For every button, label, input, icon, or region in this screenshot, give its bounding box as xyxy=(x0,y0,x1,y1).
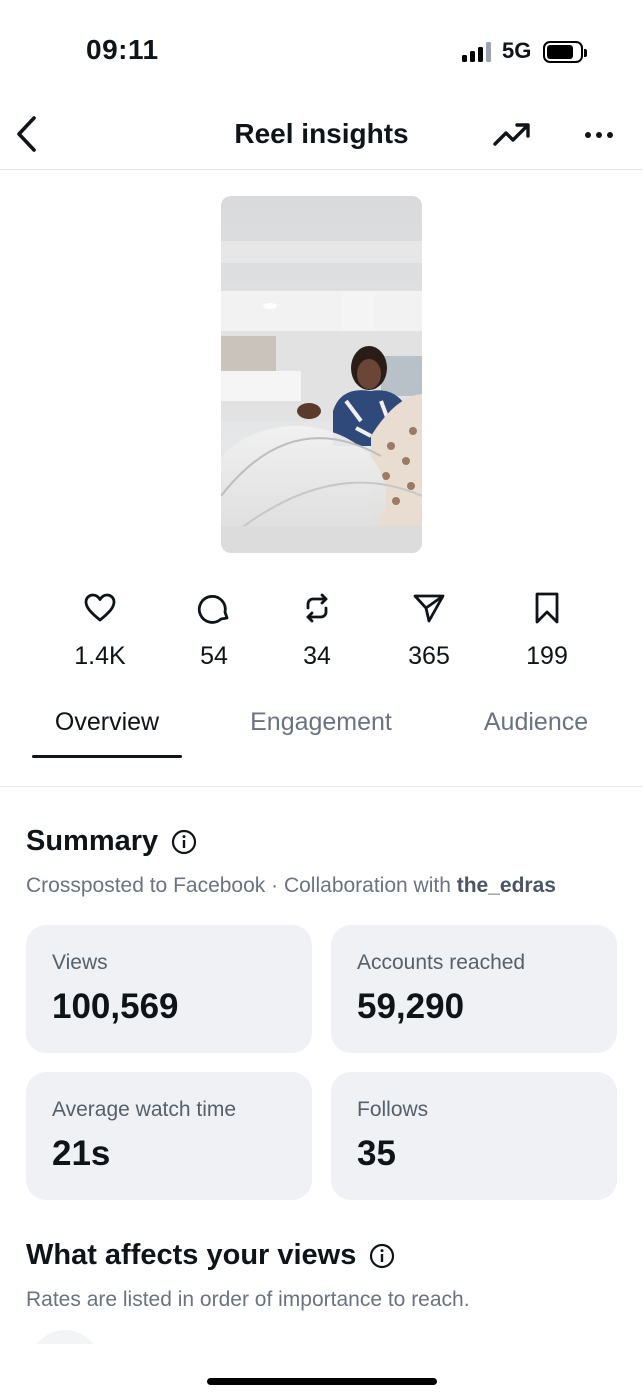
share-icon xyxy=(413,594,445,623)
tab-overview[interactable]: Overview xyxy=(32,706,182,738)
trends-button[interactable] xyxy=(492,118,532,152)
network-type: 5G xyxy=(502,38,532,63)
insights-tabs: Overview Engagement Audience xyxy=(0,700,643,787)
battery-icon xyxy=(543,41,587,63)
shares-count: 365 xyxy=(408,642,450,670)
stat-reposts: 34 xyxy=(272,590,362,671)
info-icon[interactable] xyxy=(369,1243,395,1269)
summary-title: Summary xyxy=(26,825,159,857)
stat-saves: 199 xyxy=(502,590,592,671)
affects-subtitle: Rates are listed in order of importance … xyxy=(26,1288,470,1311)
watch-time-card[interactable]: Average watch time 21s xyxy=(26,1072,312,1200)
follows-label: Follows xyxy=(357,1098,429,1121)
home-indicator[interactable] xyxy=(207,1378,437,1385)
heart-icon xyxy=(84,593,116,622)
views-label: Views xyxy=(52,951,108,974)
comment-icon xyxy=(197,594,229,624)
reel-thumbnail[interactable] xyxy=(221,196,422,553)
likes-count: 1.4K xyxy=(74,642,126,670)
stat-shares: 365 xyxy=(384,590,474,671)
tab-audience[interactable]: Audience xyxy=(466,706,606,738)
watch-time-value: 21s xyxy=(52,1134,111,1173)
trending-up-icon xyxy=(493,123,530,146)
follows-card[interactable]: Follows 35 xyxy=(331,1072,617,1200)
views-value: 100,569 xyxy=(52,987,179,1026)
reel-thumbnail-image xyxy=(221,196,422,553)
tab-engagement[interactable]: Engagement xyxy=(246,706,396,738)
reposts-count: 34 xyxy=(303,642,331,670)
info-icon[interactable] xyxy=(171,829,197,855)
signal-icon xyxy=(462,42,492,62)
accounts-reached-card[interactable]: Accounts reached 59,290 xyxy=(331,925,617,1053)
stat-comments: 54 xyxy=(169,590,259,671)
collaborator-name[interactable]: the_edras xyxy=(457,874,556,897)
more-options-button[interactable] xyxy=(582,120,616,150)
engagement-stats: 1.4K 54 34 365 199 xyxy=(0,590,643,680)
status-time: 09:11 xyxy=(86,34,159,65)
affects-title: What affects your views xyxy=(26,1239,357,1271)
crosspost-info: Crossposted to Facebook · Collaboration … xyxy=(26,874,556,898)
crosspost-text: Crossposted to Facebook · Collaboration … xyxy=(26,874,457,897)
repost-icon xyxy=(306,593,328,623)
accounts-reached-label: Accounts reached xyxy=(357,951,526,974)
saves-count: 199 xyxy=(526,642,568,670)
watch-time-label: Average watch time xyxy=(52,1098,237,1121)
views-card[interactable]: Views 100,569 xyxy=(26,925,312,1053)
follows-value: 35 xyxy=(357,1134,396,1173)
accounts-reached-value: 59,290 xyxy=(357,987,465,1026)
nav-header: Reel insights xyxy=(0,100,643,170)
bottom-safe-area xyxy=(0,1344,643,1399)
more-icon xyxy=(585,132,613,138)
active-tab-indicator xyxy=(32,755,182,758)
status-bar: 09:11 5G xyxy=(0,0,643,100)
page-title: Reel insights xyxy=(234,118,409,149)
stat-likes: 1.4K xyxy=(55,590,145,671)
bookmark-icon xyxy=(535,592,559,624)
comments-count: 54 xyxy=(200,642,228,670)
